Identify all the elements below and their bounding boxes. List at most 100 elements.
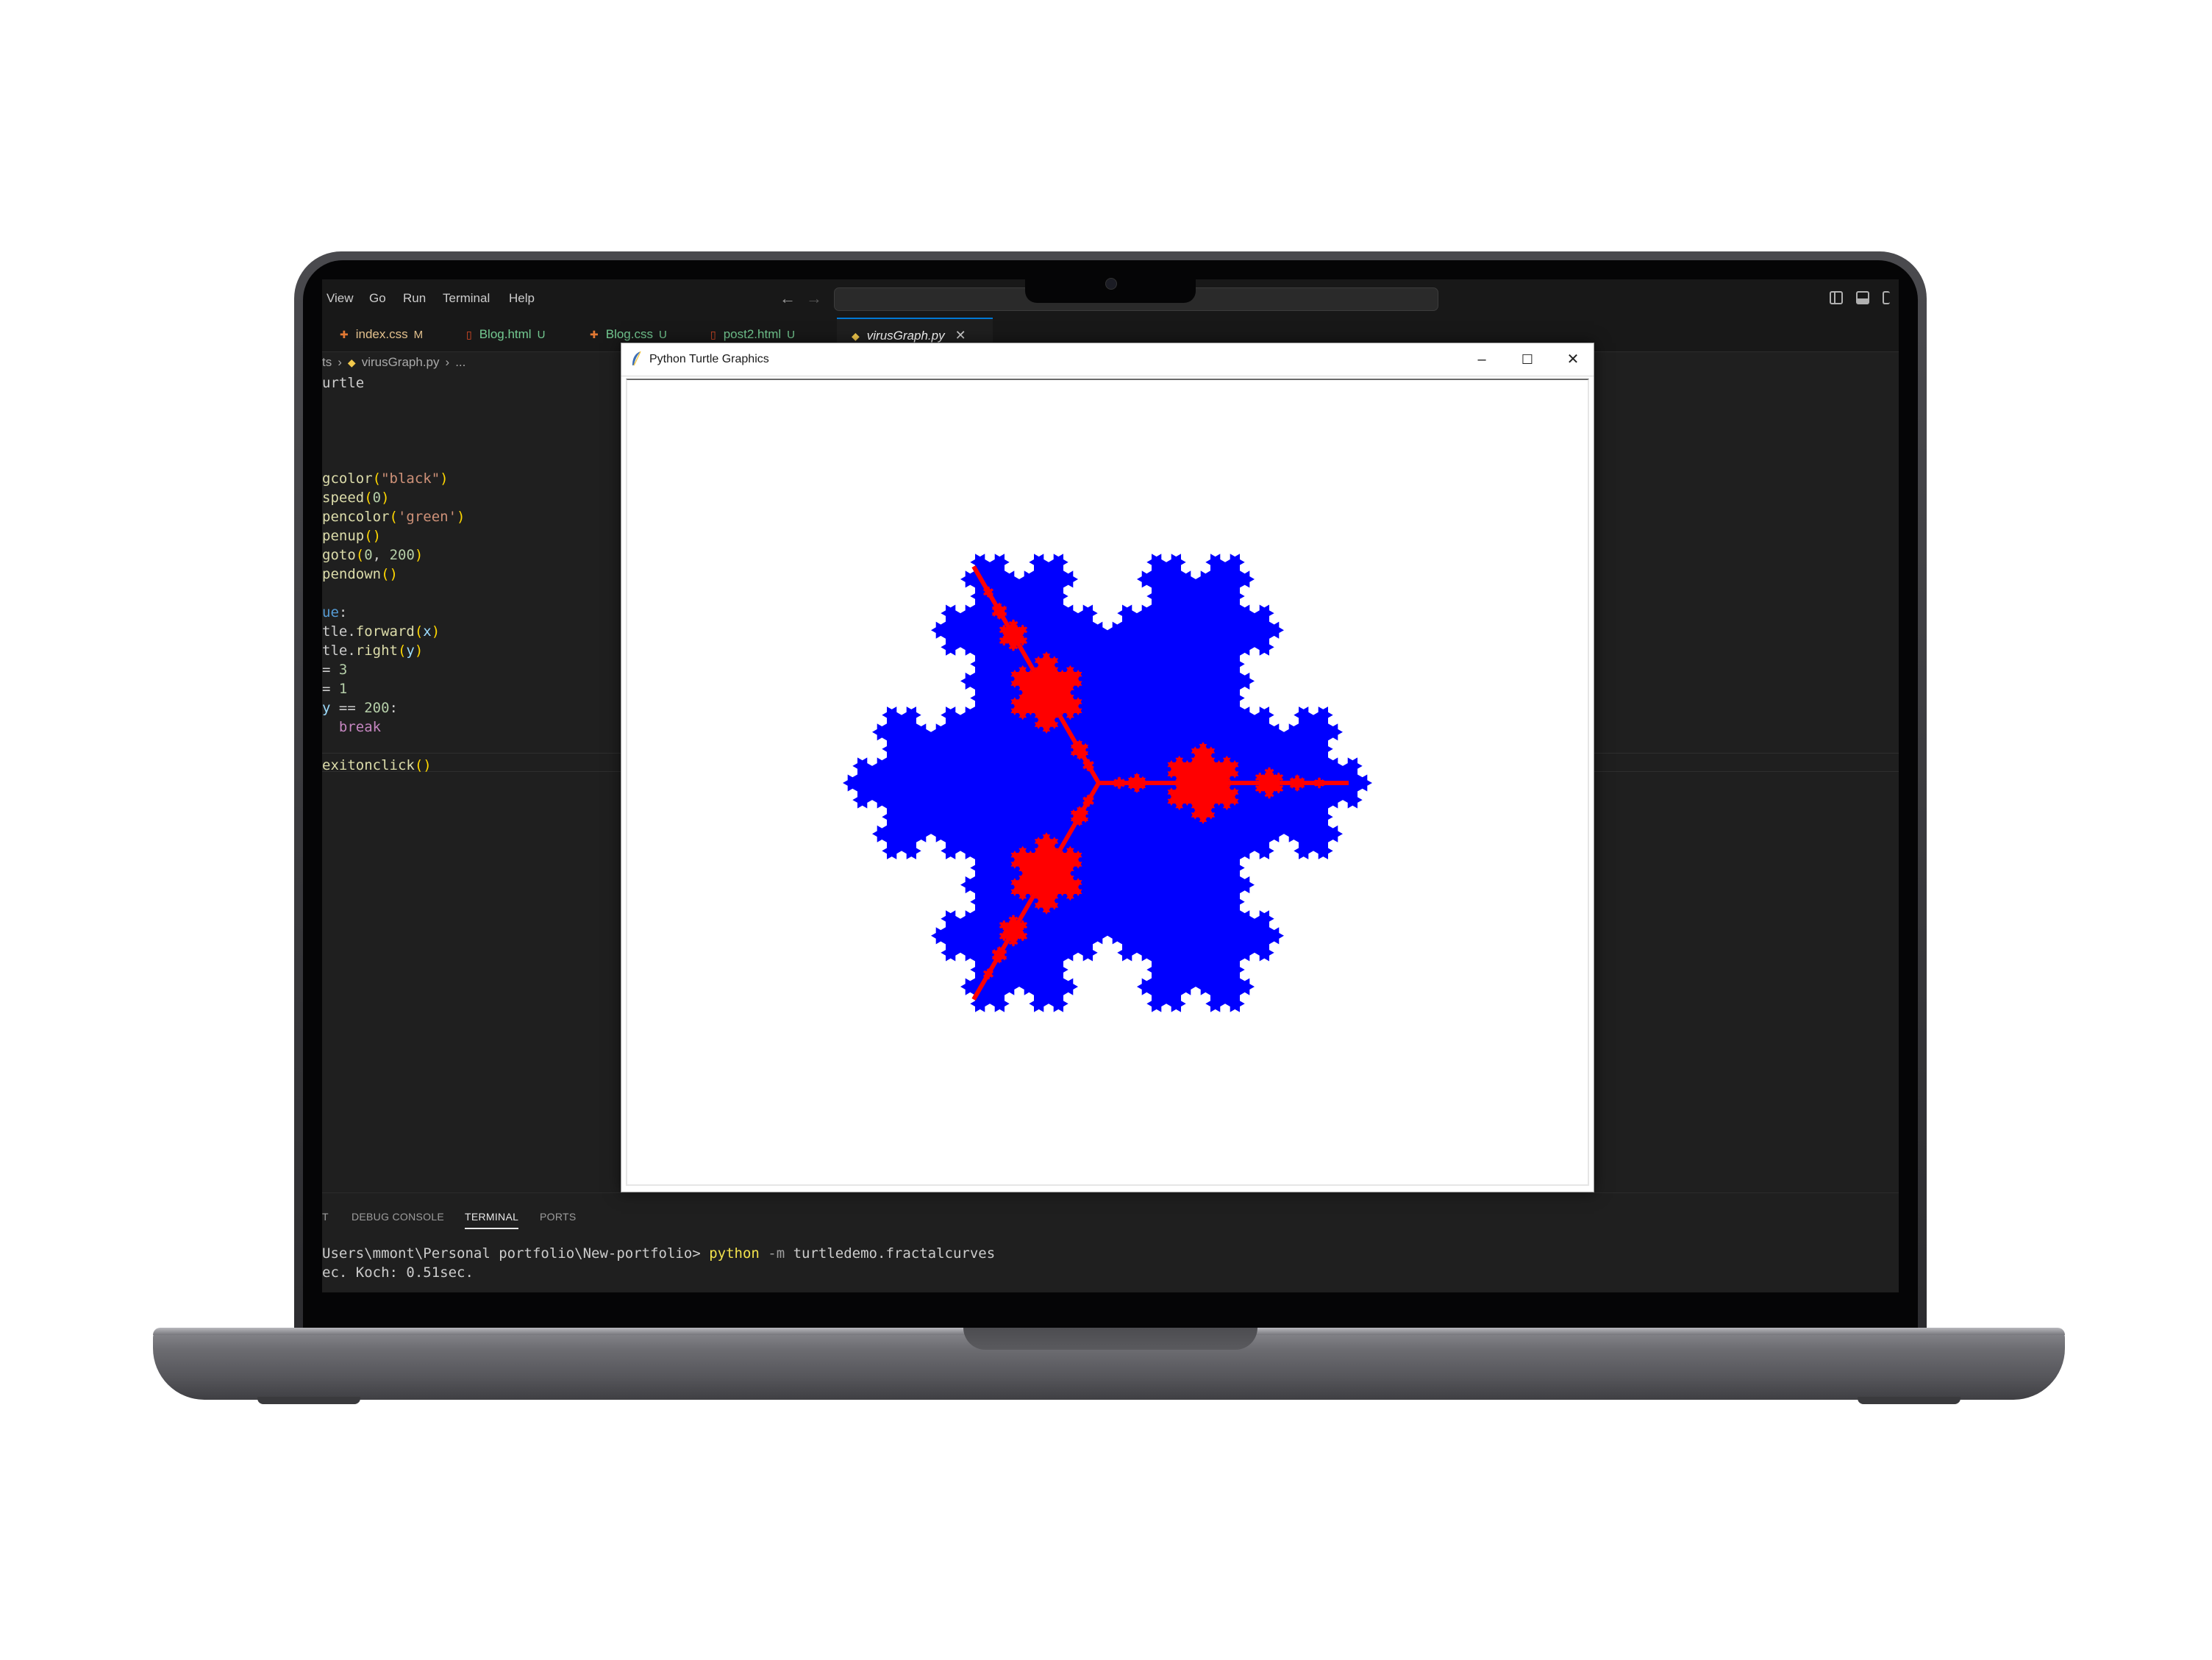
breadcrumb-folder[interactable]: ts — [322, 355, 332, 369]
fractal-drawing — [843, 554, 1372, 1012]
code-line: ue: — [322, 603, 347, 622]
laptop-foot — [1858, 1397, 1961, 1404]
code-token: () — [364, 528, 382, 544]
tab-label: Blog.html — [479, 327, 532, 341]
css-file-icon: ✚ — [340, 329, 349, 340]
toggle-secondary-sidebar-icon[interactable] — [1883, 291, 1890, 304]
code-token: 200 — [364, 700, 390, 716]
turtle-window-title: Python Turtle Graphics — [649, 353, 769, 365]
tab-close-icon[interactable]: ✕ — [955, 328, 966, 343]
code-token: : — [338, 604, 348, 620]
code-line: tle.forward(x) — [322, 622, 440, 641]
tab-git-status: U — [658, 329, 667, 341]
code-line: tle.right(y) — [322, 641, 423, 660]
code-token: break — [338, 719, 382, 735]
code-token: forward — [355, 623, 415, 640]
code-token: ( — [414, 623, 424, 640]
menu-go[interactable]: Go — [369, 279, 386, 318]
code-token: = — [322, 681, 339, 697]
code-line: urtle — [322, 373, 364, 393]
turtle-canvas[interactable] — [626, 379, 1589, 1186]
code-token: ue — [322, 604, 339, 620]
code-token: tle. — [322, 643, 356, 659]
code-token: right — [355, 643, 398, 659]
code-token: ( — [372, 471, 382, 487]
laptop-foot — [257, 1397, 360, 1404]
code-token: 1 — [338, 681, 348, 697]
minimize-icon[interactable]: – — [1460, 343, 1504, 376]
terminal-flag: -m — [759, 1245, 793, 1262]
code-token: = — [322, 662, 339, 678]
code-token: 0 — [372, 490, 382, 506]
menu-help[interactable]: Help — [509, 279, 535, 318]
code-token: 0 — [364, 547, 373, 563]
terminal-output: ec. Koch: 0.51sec. — [322, 1264, 474, 1281]
code-token: ) — [431, 623, 440, 640]
terminal-prompt: Users\mmont\Personal portfolio\New-portf… — [322, 1245, 710, 1262]
panel-tab-debug-console[interactable]: DEBUG CONSOLE — [352, 1206, 444, 1228]
html-file-icon: ▯ — [466, 329, 472, 340]
terminal-command-line[interactable]: Users\mmont\Personal portfolio\New-portf… — [322, 1244, 995, 1263]
breadcrumb-file[interactable]: virusGraph.py — [362, 355, 440, 369]
code-line: exitonclick() — [322, 756, 432, 775]
forward-arrow-icon[interactable]: → — [806, 279, 822, 318]
chevron-right-icon: › — [338, 355, 342, 369]
code-token: ) — [414, 547, 424, 563]
code-line: gcolor("black") — [322, 469, 449, 488]
code-token: speed — [322, 490, 365, 506]
tab-git-status: U — [537, 329, 546, 341]
code-token: ) — [414, 643, 424, 659]
tab-label: virusGraph.py — [866, 329, 945, 343]
menu-view[interactable]: View — [327, 279, 354, 318]
code-token: == — [330, 700, 365, 716]
code-token: 3 — [338, 662, 348, 678]
panel-tab-terminal[interactable]: TERMINAL — [465, 1206, 519, 1229]
breadcrumb-symbol[interactable]: ... — [455, 355, 465, 369]
code-token: pencolor — [322, 509, 390, 525]
code-token: tle. — [322, 623, 356, 640]
code-token: urtle — [322, 375, 365, 391]
turtle-window-titlebar[interactable]: Python Turtle Graphics – ☐ ✕ — [621, 343, 1594, 376]
code-line: y == 200: — [322, 698, 398, 718]
close-icon[interactable]: ✕ — [1551, 343, 1595, 376]
code-line: pencolor('green') — [322, 507, 465, 526]
menu-run[interactable]: Run — [403, 279, 426, 318]
back-arrow-icon[interactable]: ← — [779, 279, 796, 318]
panel-tab-ports[interactable]: PORTS — [540, 1206, 576, 1228]
code-token: ( — [397, 643, 407, 659]
breadcrumb: ts › ◆ virusGraph.py ›... — [322, 351, 465, 373]
tab-git-status: M — [413, 329, 424, 341]
code-token: ) — [440, 471, 449, 487]
panel-tab-output[interactable]: T — [322, 1206, 329, 1228]
tab-label: index.css — [355, 327, 408, 341]
menu-terminal[interactable]: Terminal — [443, 279, 490, 318]
code-token: x — [423, 623, 432, 640]
code-token: ) — [457, 509, 465, 525]
code-token: ) — [381, 490, 390, 506]
code-token: penup — [322, 528, 365, 544]
code-token: 'green' — [397, 509, 457, 525]
css-file-icon: ✚ — [590, 329, 599, 340]
python-feather-icon — [632, 351, 641, 366]
laptop-lid-notch — [963, 1328, 1257, 1350]
tab-index-css[interactable]: ✚ index.css M — [325, 318, 457, 351]
code-token: () — [414, 757, 432, 773]
terminal-args: turtledemo.fractalcurves — [793, 1245, 996, 1262]
code-line: = 1 — [322, 679, 347, 698]
screen: View Go Run Terminal Help ← → ✚ index.css… — [322, 279, 1899, 1292]
toggle-panel-icon[interactable] — [1856, 291, 1869, 304]
toggle-sidebar-icon[interactable] — [1830, 291, 1843, 304]
code-line: = 3 — [322, 660, 347, 679]
maximize-icon[interactable]: ☐ — [1505, 343, 1549, 376]
code-token: : — [389, 700, 398, 716]
tab-git-status: U — [787, 329, 795, 341]
tab-blog-html[interactable]: ▯ Blog.html U — [452, 318, 578, 351]
panel-divider — [322, 1192, 1899, 1193]
camera-icon — [1105, 278, 1117, 290]
turtle-graphics-window[interactable]: Python Turtle Graphics – ☐ ✕ — [621, 343, 1594, 1192]
python-file-icon: ◆ — [347, 357, 356, 368]
code-token: ( — [355, 547, 365, 563]
code-token: exitonclick — [322, 757, 415, 773]
code-token: 200 — [389, 547, 415, 563]
